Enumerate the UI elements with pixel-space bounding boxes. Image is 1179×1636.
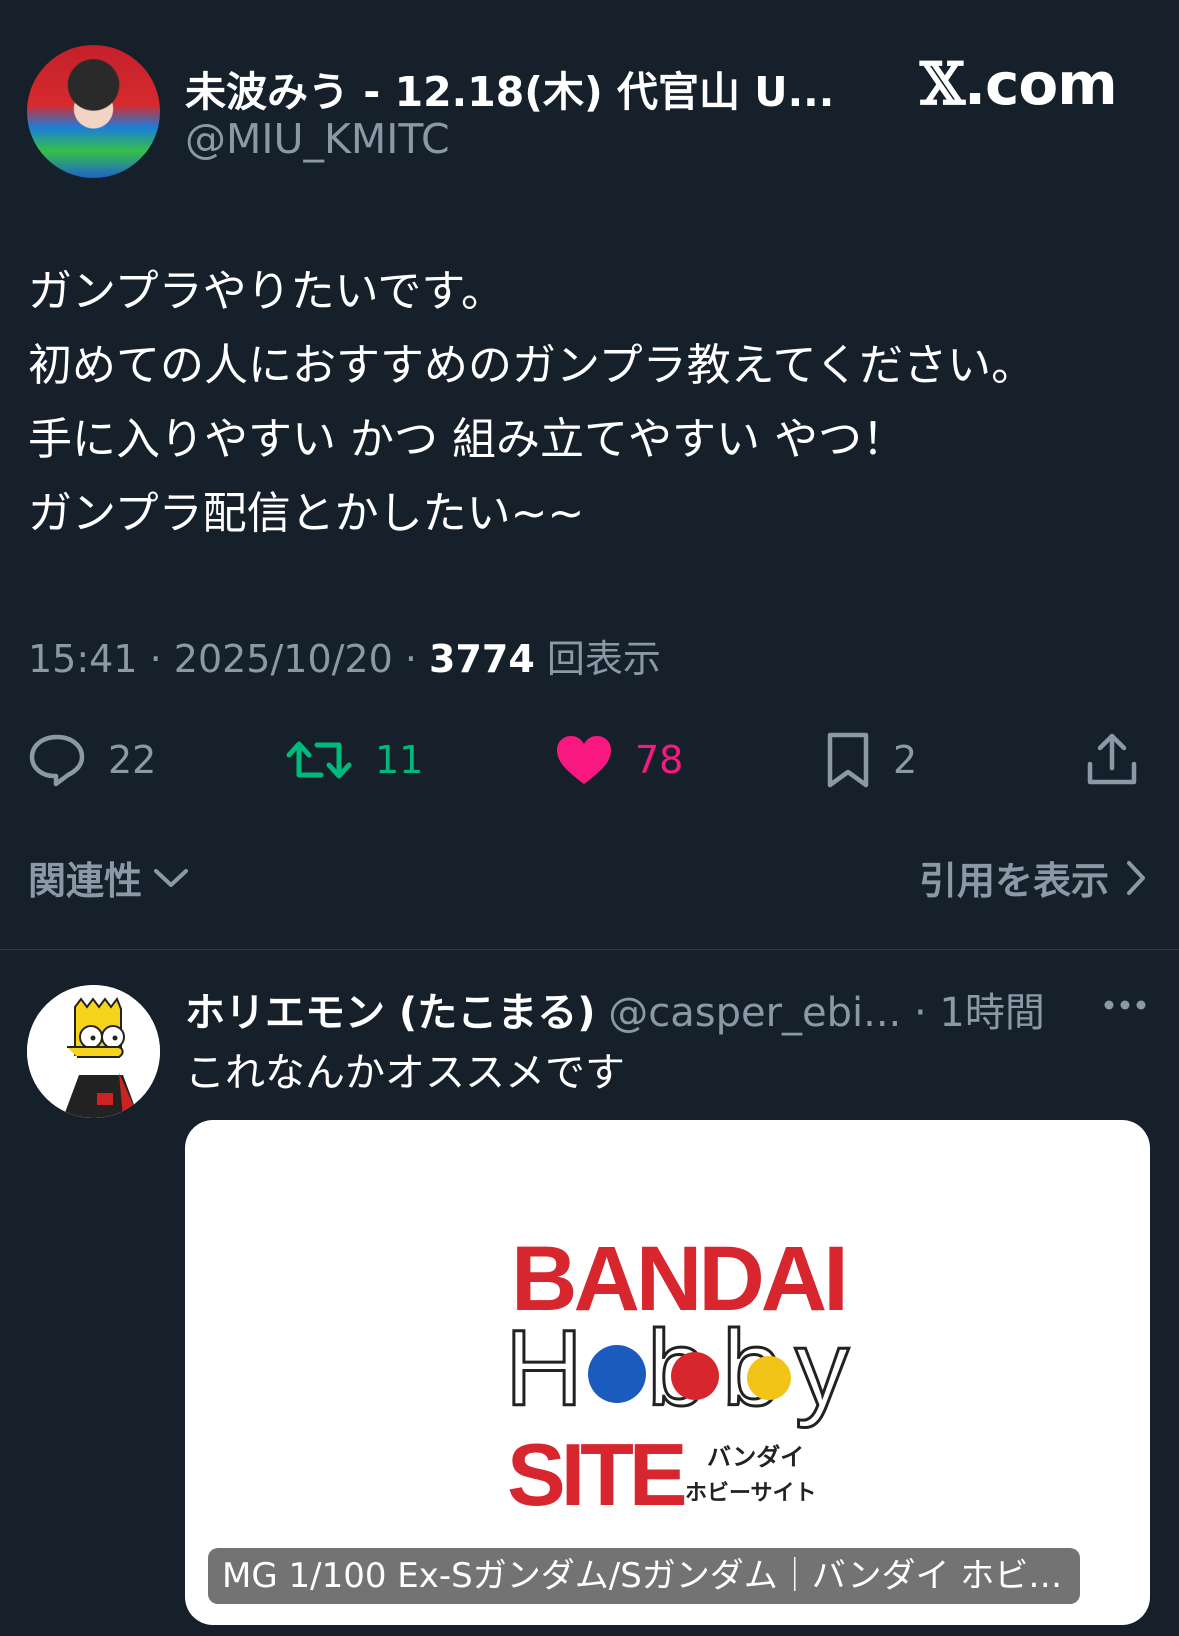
tweet-line: ガンプラ配信とかしたい~~ xyxy=(28,488,585,539)
card-title[interactable]: MG 1/100 Ex-Sガンダム/Sガンダム｜バンダイ ホビ… xyxy=(208,1548,1080,1604)
sort-relevance-label: 関連性 xyxy=(28,859,143,903)
like-count: 78 xyxy=(635,738,684,782)
share-button[interactable] xyxy=(1085,720,1139,800)
view-count: 3774 xyxy=(429,637,535,681)
link-preview-card[interactable]: BANDAI H b b y SITE バンダイ ホビーサイト MG 1/100… xyxy=(185,1120,1150,1625)
reply-count: 22 xyxy=(108,738,157,782)
tweet-date[interactable]: 2025/10/20 xyxy=(174,637,393,681)
reply-author-handle[interactable]: @casper_ebi... xyxy=(608,990,901,1036)
retweet-button[interactable]: 11 xyxy=(285,720,423,800)
bookmark-button[interactable]: 2 xyxy=(825,720,917,800)
svg-text:H: H xyxy=(505,1307,575,1428)
view-quotes-label: 引用を表示 xyxy=(918,859,1109,903)
x-logo-icon: 𝕏.com xyxy=(920,50,1118,118)
tweet-header: 未波みう - 12.18(木) 代官山 U... @MIU_KMITC 𝕏.co… xyxy=(0,0,1179,200)
author-handle[interactable]: @MIU_KMITC xyxy=(185,115,450,163)
author-name[interactable]: 未波みう - 12.18(木) 代官山 U... xyxy=(185,58,834,118)
tweet-line: 手に入りやすい かつ 組み立てやすい やつ！ xyxy=(28,414,906,465)
reply-separator: · xyxy=(901,990,940,1036)
tweet-text: ガンプラやりたいです。 初めての人におすすめのガンプラ教えてください。 手に入り… xyxy=(28,255,1148,551)
reply-author-name[interactable]: ホリエモン (たこまる) xyxy=(185,990,596,1036)
svg-text:SITE: SITE xyxy=(507,1425,685,1524)
bookmark-icon xyxy=(827,732,869,788)
action-bar: 22 11 78 2 xyxy=(0,720,1179,800)
share-icon xyxy=(1087,733,1137,785)
sort-relevance-button[interactable]: 関連性 xyxy=(28,850,190,905)
more-options-icon[interactable] xyxy=(1100,990,1150,1020)
reply-time[interactable]: 1時間 xyxy=(939,990,1044,1036)
reply-header: ホリエモン (たこまる) @casper_ebi... · 1時間 xyxy=(185,980,1045,1038)
tweet-meta: 15:41 · 2025/10/20 · 3774 回表示 xyxy=(28,637,661,681)
reply-button[interactable]: 22 xyxy=(28,720,156,800)
view-label: 回表示 xyxy=(546,637,661,681)
svg-text:ホビーサイト: ホビーサイト xyxy=(685,1480,817,1505)
like-button[interactable]: 78 xyxy=(555,720,683,800)
retweet-icon xyxy=(286,741,352,779)
view-quotes-link[interactable]: 引用を表示 xyxy=(919,850,1149,905)
chevron-down-icon xyxy=(154,868,189,887)
retweet-count: 11 xyxy=(375,738,424,782)
author-avatar[interactable] xyxy=(27,45,160,178)
reply-avatar[interactable] xyxy=(27,985,160,1118)
reply-icon xyxy=(29,734,85,787)
divider xyxy=(0,949,1179,950)
svg-text:y: y xyxy=(795,1307,849,1428)
heart-icon xyxy=(557,736,611,784)
svg-text:バンダイ: バンダイ xyxy=(707,1443,804,1471)
chevron-right-icon xyxy=(1127,860,1145,895)
reply-text: これなんかオススメです xyxy=(185,1050,625,1096)
tweet-line: 初めての人におすすめのガンプラ教えてください。 xyxy=(28,340,1036,391)
bookmark-count: 2 xyxy=(893,738,918,782)
site-logo-text: .com xyxy=(964,50,1118,118)
tweet-line: ガンプラやりたいです。 xyxy=(28,266,505,317)
bart-avatar-icon xyxy=(27,985,160,1118)
tweet-time[interactable]: 15:41 xyxy=(28,637,138,681)
